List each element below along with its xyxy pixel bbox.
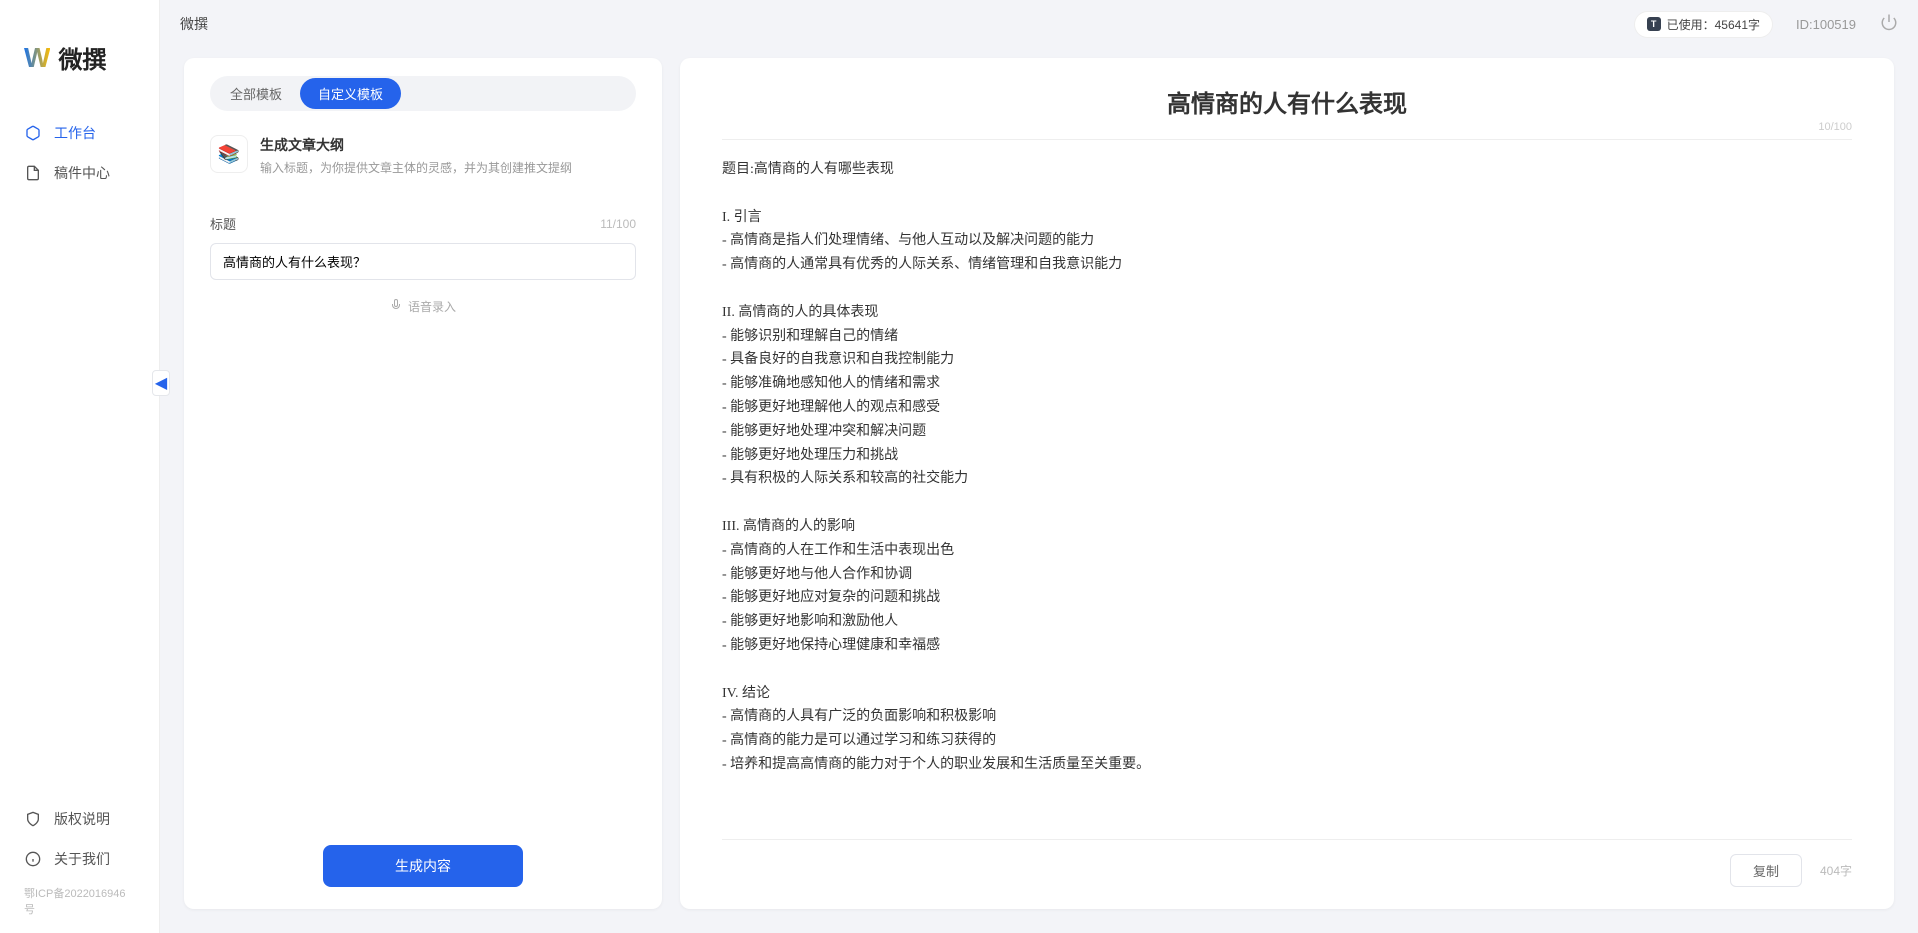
power-icon: [1880, 13, 1898, 31]
template-title: 生成文章大纲: [260, 135, 572, 155]
output-title: 高情商的人有什么表现: [722, 84, 1852, 119]
generate-button[interactable]: 生成内容: [323, 845, 523, 887]
tab-all-templates[interactable]: 全部模板: [212, 78, 300, 109]
letter-t-icon: T: [1647, 17, 1661, 31]
output-title-count: 10/100: [1818, 121, 1852, 133]
sidebar-item-label: 稿件中心: [54, 163, 110, 183]
nav: 工作台 稿件中心: [0, 103, 159, 203]
voice-input-button[interactable]: 语音录入: [210, 298, 636, 315]
title-label: 标题: [210, 214, 236, 233]
output-header: 高情商的人有什么表现 10/100: [722, 84, 1852, 140]
user-id: ID:100519: [1796, 17, 1856, 32]
books-icon: 📚: [210, 135, 248, 173]
output-footer: 复制 404字: [722, 839, 1852, 887]
usage-chip[interactable]: T 已使用：45641字: [1635, 12, 1772, 37]
chevron-left-icon: ◀: [155, 373, 167, 393]
file-icon: [24, 164, 42, 182]
output-word-count: 404字: [1820, 862, 1852, 879]
sidebar: W 微撰 工作台 稿件中心 版权说明 关于我们: [0, 0, 160, 933]
main: 微撰 T 已使用：45641字 ID:100519 全部模板 自定义模板 📚 生…: [160, 0, 1918, 933]
title-field-row: 标题 11/100: [210, 214, 636, 233]
power-button[interactable]: [1880, 13, 1898, 36]
topbar-right: T 已使用：45641字 ID:100519: [1635, 12, 1898, 37]
logo-text: 微撰: [58, 40, 106, 75]
title-char-count: 11/100: [600, 217, 636, 231]
left-panel: 全部模板 自定义模板 📚 生成文章大纲 输入标题，为你提供文章主体的灵感，并为其…: [184, 58, 662, 909]
logo-icon: W: [24, 42, 50, 74]
shield-icon: [24, 810, 42, 828]
sidebar-bottom: 版权说明 关于我们 鄂ICP备2022016946号: [0, 787, 159, 933]
icp-text: 鄂ICP备2022016946号: [0, 879, 159, 927]
info-icon: [24, 850, 42, 868]
title-input[interactable]: [210, 243, 636, 280]
template-card: 📚 生成文章大纲 输入标题，为你提供文章主体的灵感，并为其创建推文提纲: [210, 135, 636, 176]
sidebar-item-label: 工作台: [54, 123, 96, 143]
mic-icon: [390, 299, 402, 314]
usage-text: 已使用：45641字: [1667, 16, 1760, 33]
sidebar-collapse-button[interactable]: ◀: [152, 370, 170, 396]
sidebar-item-label: 关于我们: [54, 849, 110, 869]
topbar: 微撰 T 已使用：45641字 ID:100519: [160, 0, 1918, 48]
right-panel: 高情商的人有什么表现 10/100 题目:高情商的人有哪些表现 I. 引言 - …: [680, 58, 1894, 909]
sidebar-item-drafts[interactable]: 稿件中心: [0, 153, 159, 193]
sidebar-item-label: 版权说明: [54, 809, 110, 829]
copy-button[interactable]: 复制: [1730, 854, 1802, 887]
voice-input-label: 语音录入: [408, 298, 456, 315]
tab-custom-templates[interactable]: 自定义模板: [300, 78, 401, 109]
logo: W 微撰: [0, 0, 159, 103]
sidebar-item-workspace[interactable]: 工作台: [0, 113, 159, 153]
template-desc: 输入标题，为你提供文章主体的灵感，并为其创建推文提纲: [260, 159, 572, 176]
page-title: 微撰: [180, 14, 208, 34]
template-tabs: 全部模板 自定义模板: [210, 76, 636, 111]
sidebar-item-about[interactable]: 关于我们: [0, 839, 159, 879]
cube-icon: [24, 124, 42, 142]
output-body: 题目:高情商的人有哪些表现 I. 引言 - 高情商是指人们处理情绪、与他人互动以…: [722, 158, 1852, 777]
sidebar-item-copyright[interactable]: 版权说明: [0, 799, 159, 839]
content: 全部模板 自定义模板 📚 生成文章大纲 输入标题，为你提供文章主体的灵感，并为其…: [160, 48, 1918, 933]
